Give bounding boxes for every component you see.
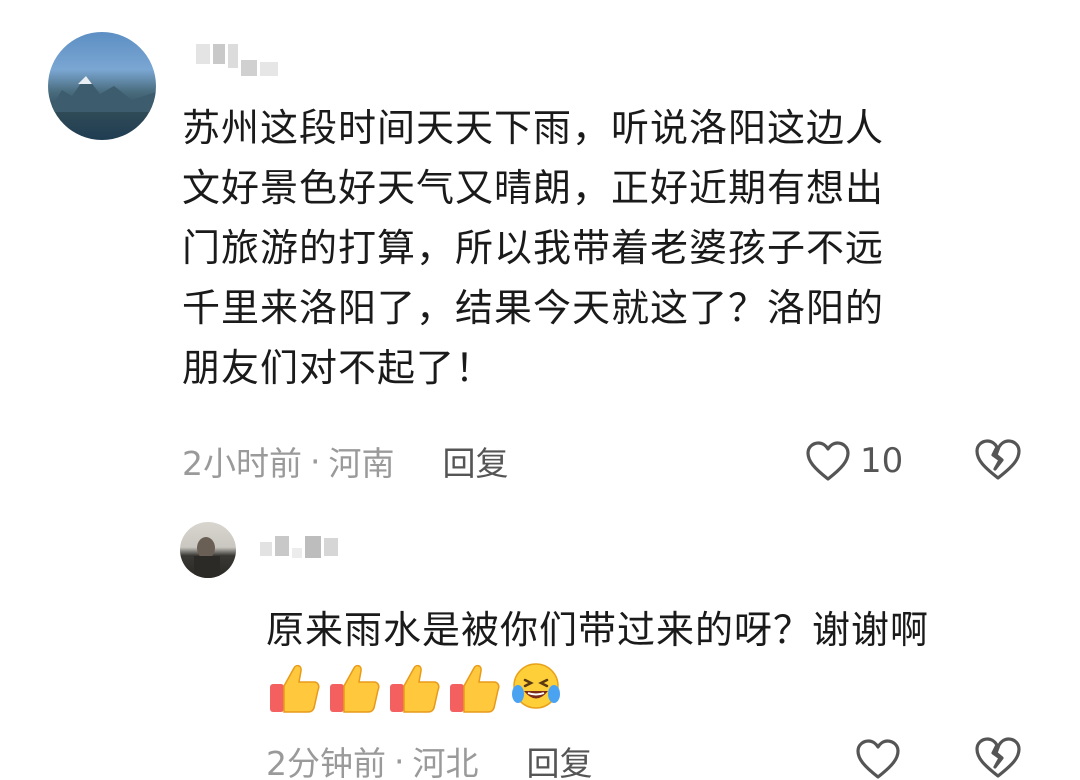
broken-heart-icon [975, 737, 1021, 778]
avatar[interactable] [180, 522, 236, 578]
laughing-emoji [512, 663, 560, 709]
meta-separator: · [310, 441, 321, 481]
thumbs-up-emoji [450, 664, 500, 713]
username-blurred[interactable] [260, 536, 338, 558]
emoji-row [266, 660, 562, 716]
meta-separator: · [394, 741, 405, 780]
comment-thread: 苏州这段时间天天下雨，听说洛阳这边人 文好景色好天气又晴朗，正好近期有想出 门旅… [0, 0, 1080, 780]
heart-outline-icon [856, 739, 900, 779]
broken-heart-icon [975, 439, 1021, 480]
reply-location: 河北 [412, 744, 479, 780]
avatar-photo [194, 537, 220, 578]
like-count: 10 [860, 441, 904, 481]
heart-outline-icon [806, 441, 850, 481]
avatar[interactable] [48, 32, 156, 140]
reply-time: 2分钟前 [266, 744, 386, 780]
reply-text: 原来雨水是被你们带过来的呀？谢谢啊 [266, 608, 930, 652]
like-button[interactable] [854, 734, 902, 780]
dislike-button[interactable] [972, 436, 1024, 486]
thumbs-up-emoji [390, 664, 440, 713]
thumbs-up-emoji [330, 664, 380, 713]
avatar-landscape [48, 76, 156, 112]
reply-button[interactable]: 回复 [443, 437, 509, 485]
username-blurred[interactable] [196, 44, 278, 76]
like-button[interactable]: 10 [804, 436, 903, 486]
comment-time: 2小时前 [182, 444, 302, 483]
comment-meta: 2小时前 · 河南 回复 [182, 436, 509, 486]
dislike-button[interactable] [972, 734, 1024, 780]
thumbs-up-emoji [270, 664, 320, 713]
comment-text: 苏州这段时间天天下雨，听说洛阳这边人 文好景色好天气又晴朗，正好近期有想出 门旅… [182, 106, 885, 390]
reply-button[interactable]: 回复 [527, 737, 593, 780]
comment-location: 河南 [328, 444, 395, 483]
reply-meta: 2分钟前 · 河北 回复 [266, 736, 593, 780]
